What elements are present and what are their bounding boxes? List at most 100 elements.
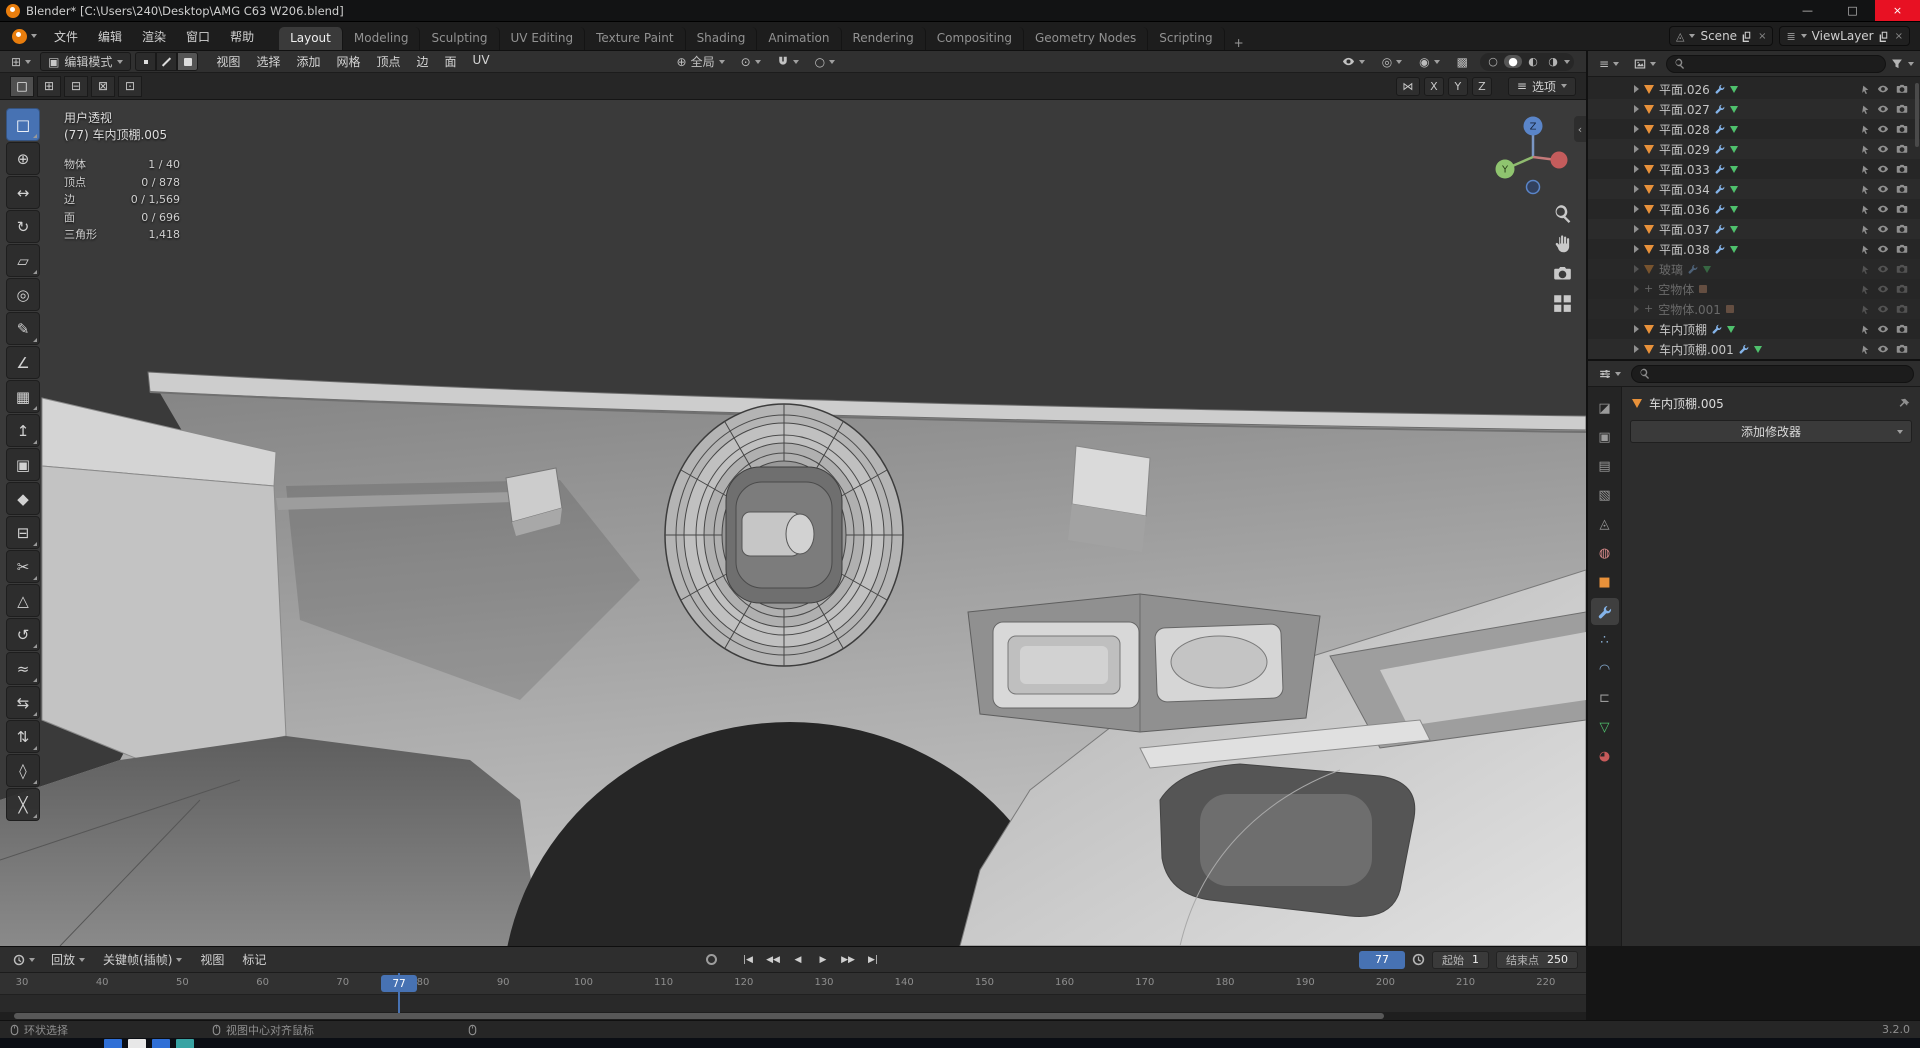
hide-render-icon[interactable] bbox=[1896, 123, 1908, 135]
viewport-canvas[interactable]: □ ⊕ ↔ ↻ ▱ ◎ ✎ ∠ ▦ ↥ ▣ ◆ ⊟ ✂ △ ↺ ≈ ⇆ ⇅ ◊ … bbox=[0, 100, 1586, 946]
overlays-dropdown[interactable]: ◉ bbox=[1414, 53, 1444, 71]
selectable-icon[interactable] bbox=[1861, 85, 1870, 94]
wireframe[interactable]: ○ bbox=[1484, 55, 1502, 68]
world[interactable]: ◍ bbox=[1591, 540, 1619, 567]
hide-viewport-icon[interactable] bbox=[1877, 203, 1889, 215]
object-name[interactable]: 平面.038 bbox=[1659, 241, 1710, 258]
timeline-track-area[interactable] bbox=[0, 995, 1586, 1013]
outliner-editor-type-button[interactable]: ≡ bbox=[1594, 55, 1624, 73]
snap-toggle[interactable] bbox=[772, 53, 804, 71]
next-keyframe[interactable]: ▶▶ bbox=[837, 950, 859, 969]
view-layer-selector[interactable]: ≣ ViewLayer × bbox=[1779, 26, 1910, 46]
camera-view-button[interactable] bbox=[1553, 264, 1572, 283]
workspace-tab[interactable]: Scripting bbox=[1148, 27, 1225, 50]
shrink-fatten[interactable]: ⇅ bbox=[6, 720, 40, 753]
workspace-tab[interactable]: UV Editing bbox=[500, 27, 586, 50]
particles[interactable]: ∴ bbox=[1591, 627, 1619, 654]
hide-render-icon[interactable] bbox=[1896, 103, 1908, 115]
workspace-tab[interactable]: Geometry Nodes bbox=[1024, 27, 1149, 50]
extrude-region[interactable]: ↥ bbox=[6, 414, 40, 447]
outliner-row[interactable]: 平面.034 bbox=[1588, 179, 1920, 199]
outliner-row[interactable]: 车内顶棚.001 bbox=[1588, 339, 1920, 359]
filter-button[interactable] bbox=[1891, 58, 1903, 70]
object-name[interactable]: 平面.034 bbox=[1659, 181, 1710, 198]
expand-icon[interactable] bbox=[1634, 285, 1639, 293]
expand-icon[interactable] bbox=[1634, 345, 1639, 353]
preview-range-toggle[interactable] bbox=[1412, 953, 1425, 966]
selected-vent-wireframe[interactable] bbox=[664, 403, 904, 667]
axis-x-handle[interactable] bbox=[1550, 151, 1568, 169]
end-frame-field[interactable]: 结束点 250 bbox=[1496, 950, 1578, 969]
mode-invert[interactable]: ⊠ bbox=[91, 75, 115, 97]
sidebar-toggle[interactable]: ‹ bbox=[1574, 116, 1586, 142]
physics[interactable]: ◠ bbox=[1591, 656, 1619, 683]
hide-viewport-icon[interactable] bbox=[1877, 163, 1889, 175]
selectable-icon[interactable] bbox=[1861, 205, 1870, 214]
outliner-row[interactable]: 空物体 bbox=[1588, 279, 1920, 299]
scene-selector[interactable]: ◬ Scene × bbox=[1669, 26, 1774, 46]
object[interactable]: ■ bbox=[1591, 569, 1619, 596]
poly-build[interactable]: △ bbox=[6, 584, 40, 617]
selectable-icon[interactable] bbox=[1861, 105, 1870, 114]
selectable-icon[interactable] bbox=[1861, 305, 1870, 314]
hide-render-icon[interactable] bbox=[1896, 83, 1908, 95]
object-name[interactable]: 车内顶棚 bbox=[1659, 321, 1707, 338]
properties-editor-type-button[interactable] bbox=[1594, 365, 1626, 383]
taskbar-icon[interactable] bbox=[104, 1039, 122, 1048]
xray-toggle[interactable]: ▩ bbox=[1452, 53, 1473, 71]
object-name[interactable]: 车内顶棚.001 bbox=[1659, 341, 1734, 358]
viewport-menu-item[interactable]: 面 bbox=[437, 53, 465, 70]
unlink-view-layer-button[interactable]: × bbox=[1895, 31, 1903, 42]
object-name[interactable]: 平面.029 bbox=[1659, 141, 1710, 158]
viewport-menu-item[interactable]: 网格 bbox=[328, 53, 368, 70]
timeline-menu-item[interactable]: 关键帧(插帧) bbox=[96, 951, 189, 968]
auto-key-toggle[interactable] bbox=[702, 951, 720, 969]
nav-gizmo[interactable]: Z Y bbox=[1488, 112, 1578, 202]
outliner-row[interactable]: 平面.036 bbox=[1588, 199, 1920, 219]
selectable-icon[interactable] bbox=[1861, 245, 1870, 254]
visibility-dropdown[interactable] bbox=[1337, 53, 1370, 71]
workspace-tab[interactable]: Animation bbox=[757, 27, 842, 50]
workspace-tab[interactable]: Sculpting bbox=[420, 27, 500, 50]
playhead-frame-badge[interactable]: 77 bbox=[381, 975, 417, 992]
zoom-button[interactable] bbox=[1553, 204, 1572, 223]
outliner-search[interactable] bbox=[1666, 54, 1886, 73]
view-layer[interactable]: ▧ bbox=[1591, 482, 1619, 509]
mode-selector[interactable]: ▣ 编辑模式 bbox=[40, 52, 132, 71]
workspace-tab[interactable]: Modeling bbox=[343, 27, 421, 50]
hide-viewport-icon[interactable] bbox=[1877, 103, 1889, 115]
jump-end[interactable]: ▶| bbox=[862, 950, 884, 969]
scene[interactable]: ◬ bbox=[1591, 511, 1619, 538]
hide-render-icon[interactable] bbox=[1896, 223, 1908, 235]
hide-viewport-icon[interactable] bbox=[1877, 223, 1889, 235]
new-scene-icon[interactable] bbox=[1742, 31, 1753, 42]
properties-search[interactable] bbox=[1631, 364, 1914, 383]
knife[interactable]: ✂ bbox=[6, 550, 40, 583]
solid[interactable]: ● bbox=[1504, 55, 1522, 68]
menu-item[interactable]: 帮助 bbox=[221, 25, 263, 47]
selectable-icon[interactable] bbox=[1861, 165, 1870, 174]
current-frame-field[interactable]: 77 bbox=[1359, 950, 1405, 969]
editor-type-button[interactable]: ⊞ bbox=[6, 53, 36, 71]
pin-icon[interactable] bbox=[1898, 398, 1910, 410]
expand-icon[interactable] bbox=[1634, 265, 1639, 273]
rotate[interactable]: ↻ bbox=[6, 210, 40, 243]
expand-icon[interactable] bbox=[1634, 245, 1639, 253]
selectable-icon[interactable] bbox=[1861, 145, 1870, 154]
object-data[interactable]: ▽ bbox=[1591, 714, 1619, 741]
taskbar-icon[interactable] bbox=[152, 1039, 170, 1048]
scale[interactable]: ▱ bbox=[6, 244, 40, 277]
viewport-menu-item[interactable]: UV bbox=[465, 53, 498, 70]
taskbar-icon[interactable] bbox=[176, 1039, 194, 1048]
timeline-editor-type-button[interactable] bbox=[8, 951, 40, 969]
hide-viewport-icon[interactable] bbox=[1877, 303, 1889, 315]
hide-render-icon[interactable] bbox=[1896, 283, 1908, 295]
hide-render-icon[interactable] bbox=[1896, 343, 1908, 355]
selectable-icon[interactable] bbox=[1861, 285, 1870, 294]
object-name[interactable]: 玻璃 bbox=[1659, 261, 1683, 278]
hide-render-icon[interactable] bbox=[1896, 243, 1908, 255]
object-name[interactable]: 平面.033 bbox=[1659, 161, 1710, 178]
viewport-menu-item[interactable]: 添加 bbox=[288, 53, 328, 70]
shading-options-caret[interactable] bbox=[1564, 59, 1570, 64]
timeline-menu-item[interactable]: 回放 bbox=[44, 951, 92, 968]
